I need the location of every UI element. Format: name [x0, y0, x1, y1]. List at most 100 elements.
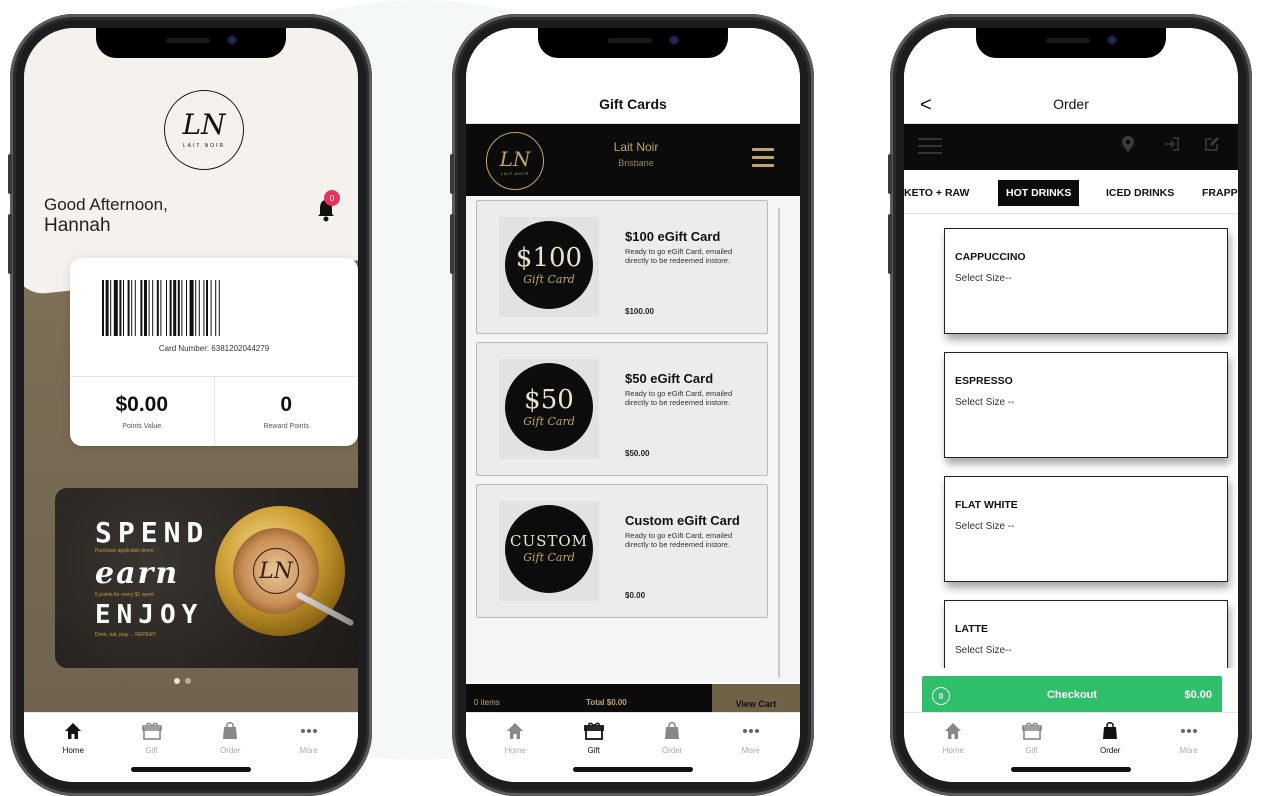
side-button: [888, 214, 892, 274]
category-tab-active[interactable]: HOT DRINKS: [998, 180, 1080, 206]
home-indicator[interactable]: [131, 767, 251, 772]
size-select[interactable]: Select Size --: [955, 397, 1014, 408]
notch: [96, 28, 286, 58]
more-icon: [738, 719, 764, 743]
size-select[interactable]: Select Size --: [955, 521, 1014, 532]
carousel-dot[interactable]: [174, 678, 180, 684]
card-number: Card Number: 6381202044279: [158, 344, 270, 353]
reward-points: 0: [280, 393, 293, 416]
gift-screen: Gift Cards LN LAIT NOIR Lait Noir Brisba…: [466, 28, 800, 782]
tab-gift[interactable]: Gift: [555, 719, 634, 782]
promo-enjoy-sub: Drink, eat, play ... REPEAT!: [95, 632, 157, 638]
product-card[interactable]: ESPRESSO Select Size --: [944, 352, 1228, 458]
product-card[interactable]: FLAT WHITE Select Size --: [944, 476, 1228, 582]
gift-card-item[interactable]: $50 Gift Card $50 eGift Card Ready to go …: [476, 342, 768, 476]
promo-earn: earn: [95, 556, 180, 591]
carousel-dots[interactable]: [174, 678, 191, 684]
product-card[interactable]: CAPPUCCINO Select Size--: [944, 228, 1228, 334]
logo-wordmark: LAIT NOIR: [500, 170, 530, 176]
promo-spend: SPEND: [95, 516, 210, 549]
promo-banner[interactable]: SPEND Purchase applicable items earn 5 p…: [55, 488, 358, 668]
gift-card-item[interactable]: CUSTOM Gift Card Custom eGift Card Ready …: [476, 484, 768, 618]
promo-enjoy: ENJOY: [95, 600, 204, 630]
category-tab[interactable]: FRAPPE: [1194, 180, 1238, 206]
tab-order-label: Order: [220, 746, 241, 755]
home-indicator[interactable]: [573, 767, 693, 772]
gift-card-art-script: Gift Card: [523, 414, 575, 428]
gift-icon: [139, 719, 165, 743]
cart-total: Total $0.00: [586, 698, 627, 707]
tab-home[interactable]: Home: [914, 719, 993, 782]
speaker: [166, 38, 210, 43]
phone-gift: Gift Cards LN LAIT NOIR Lait Noir Brisba…: [450, 14, 814, 796]
tab-home[interactable]: Home: [34, 719, 113, 782]
product-name: ESPRESSO: [955, 375, 1013, 387]
tab-more[interactable]: More: [712, 719, 791, 782]
tab-gift-label: Gift: [587, 746, 600, 755]
tab-order[interactable]: Order: [1071, 719, 1150, 782]
checkout-button[interactable]: 0 Checkout $0.00: [922, 676, 1222, 716]
tab-gift-label: Gift: [1025, 746, 1038, 755]
gift-card-art-amount: $100: [515, 242, 583, 273]
login-icon[interactable]: [1164, 136, 1180, 152]
tab-more[interactable]: More: [1150, 719, 1229, 782]
tab-gift[interactable]: Gift: [993, 719, 1072, 782]
loyalty-card[interactable]: Card Number: 6381202044279 $0.00 Points …: [70, 258, 358, 446]
barcode: [102, 280, 220, 336]
tab-more[interactable]: More: [270, 719, 349, 782]
tab-gift-label: Gift: [145, 746, 158, 755]
gift-icon: [581, 719, 607, 743]
tab-more-label: More: [1179, 746, 1198, 755]
notch: [538, 28, 728, 58]
home-indicator[interactable]: [1011, 767, 1131, 772]
gift-card-list: $100 Gift Card $100 eGift Card Ready to g…: [466, 196, 800, 682]
logo-wordmark: LAIT NOIR: [179, 143, 229, 149]
page-title: Order: [1053, 96, 1089, 112]
gift-card-description: Ready to go eGift Card, emailed directly…: [625, 531, 733, 549]
user-name: Hannah: [44, 215, 111, 236]
tab-order[interactable]: Order: [633, 719, 712, 782]
store-name[interactable]: Lait Noir: [586, 140, 686, 154]
size-select[interactable]: Select Size--: [955, 273, 1012, 284]
logo-monogram: LN: [499, 146, 531, 171]
brand-bar: LN LAIT NOIR Lait Noir Brisbane: [466, 124, 800, 196]
gift-card-art-script: Gift Card: [523, 551, 575, 564]
gift-card-art-script: Gift Card: [523, 272, 575, 286]
more-icon: [1176, 719, 1202, 743]
gift-card-title: Custom eGift Card: [625, 513, 740, 528]
bag-icon: [217, 719, 243, 743]
checkout-label: Checkout: [1046, 689, 1098, 701]
gift-card-price: $50.00: [625, 449, 650, 458]
product-name: LATTE: [955, 623, 989, 635]
menu-icon[interactable]: [752, 148, 774, 172]
gift-card-title: $100 eGift Card: [625, 229, 721, 244]
size-select[interactable]: Select Size--: [955, 645, 1012, 656]
category-tab[interactable]: KETO + RAW: [904, 180, 977, 206]
tab-gift[interactable]: Gift: [113, 719, 192, 782]
category-tab[interactable]: ICED DRINKS: [1098, 180, 1182, 206]
brand-logo: LN LAIT NOIR: [486, 132, 544, 190]
cart-item-count: 0 items: [474, 698, 500, 707]
points-value: $0.00: [115, 393, 169, 416]
tab-home-label: Home: [942, 746, 964, 755]
gift-card-item[interactable]: $100 Gift Card $100 eGift Card Ready to g…: [476, 200, 768, 334]
tab-home[interactable]: Home: [476, 719, 555, 782]
edit-icon[interactable]: [1204, 136, 1220, 152]
promo-earn-sub: 5 points for every $1 spent: [95, 592, 154, 598]
product-card[interactable]: LATTE Select Size--: [944, 600, 1228, 668]
scrollbar[interactable]: [778, 208, 780, 678]
side-button: [8, 154, 12, 194]
home-icon: [60, 719, 86, 743]
cup-monogram: LN: [253, 548, 299, 594]
product-name: CAPPUCCINO: [955, 251, 1026, 263]
side-button: [450, 214, 454, 274]
tab-order-label: Order: [662, 746, 683, 755]
carousel-dot[interactable]: [185, 678, 191, 684]
menu-icon[interactable]: [918, 138, 942, 159]
tab-order[interactable]: Order: [191, 719, 270, 782]
side-button: [888, 154, 892, 194]
location-icon[interactable]: [1122, 136, 1134, 152]
greeting-text: Good Afternoon,: [44, 195, 168, 214]
gift-card-art-amount: CUSTOM: [509, 532, 589, 550]
points-value-cell: $0.00 Points Value: [70, 377, 214, 446]
